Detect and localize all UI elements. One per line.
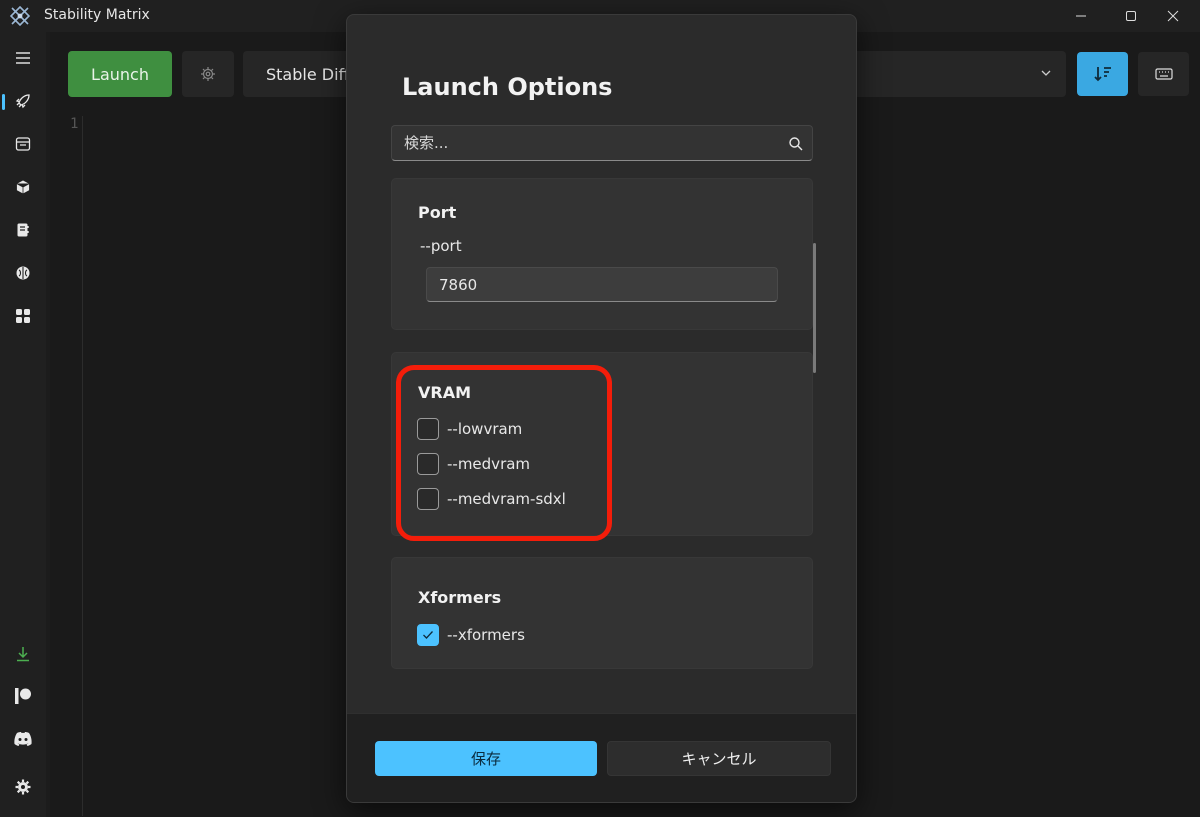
- save-button[interactable]: 保存: [375, 741, 597, 776]
- checkmark-icon: [423, 631, 433, 639]
- package-box-icon: [16, 179, 30, 195]
- editor-line-number: 1: [70, 116, 79, 132]
- grid-icon: [16, 309, 30, 323]
- search-icon: [789, 137, 803, 151]
- minimize-button[interactable]: [1058, 0, 1104, 32]
- xformers-title: Xformers: [418, 588, 502, 607]
- browser-icon: [15, 137, 31, 151]
- sort-button[interactable]: [1077, 52, 1128, 96]
- sidebar-item-browser[interactable]: [0, 125, 46, 163]
- sidebar: [0, 32, 46, 817]
- gear-icon: [15, 779, 31, 795]
- sidebar-item-settings[interactable]: [0, 768, 46, 806]
- port-title: Port: [418, 203, 457, 222]
- dialog-footer: 保存 キャンセル: [347, 713, 856, 802]
- close-icon: [1167, 10, 1179, 22]
- download-icon: [17, 647, 29, 662]
- launch-button[interactable]: Launch: [68, 51, 172, 97]
- keyboard-button[interactable]: [1138, 52, 1189, 96]
- window-title: Stability Matrix: [44, 7, 150, 23]
- sidebar-item-workflows[interactable]: [0, 297, 46, 335]
- chevron-down-icon: [1041, 70, 1051, 76]
- brain-icon: [16, 266, 30, 280]
- dialog-scrollbar[interactable]: [813, 243, 816, 373]
- xformers-option-card: Xformers --xformers: [391, 557, 813, 669]
- checkbox-label: --xformers: [447, 626, 525, 644]
- search-box[interactable]: [391, 125, 813, 161]
- maximize-icon: [1126, 11, 1136, 21]
- dialog-title: Launch Options: [402, 73, 613, 101]
- app-logo-icon: [9, 5, 31, 27]
- close-window-button[interactable]: [1150, 0, 1196, 32]
- patreon-icon: [15, 688, 31, 704]
- sidebar-item-civitai[interactable]: [0, 254, 46, 292]
- editor-gutter: [82, 116, 83, 816]
- sidebar-item-discord[interactable]: [0, 720, 46, 758]
- sidebar-item-checkpoints[interactable]: [0, 211, 46, 249]
- red-highlight-annotation: [396, 365, 612, 541]
- sidebar-item-downloads[interactable]: [0, 635, 46, 673]
- discord-icon: [14, 732, 32, 746]
- checkbox-xformers[interactable]: --xformers: [417, 623, 525, 647]
- port-input[interactable]: [426, 267, 778, 302]
- gear-icon: [201, 67, 215, 81]
- hamburger-icon: [16, 52, 30, 64]
- sort-descending-icon: [1093, 67, 1111, 82]
- sidebar-item-packages[interactable]: [0, 168, 46, 206]
- sidebar-item-launch[interactable]: [0, 82, 46, 120]
- port-option-card: Port --port: [391, 178, 813, 330]
- sidebar-item-patreon[interactable]: [0, 677, 46, 715]
- maximize-button[interactable]: [1108, 0, 1154, 32]
- launch-options-button[interactable]: [182, 51, 234, 97]
- checkbox-checked[interactable]: [417, 624, 439, 646]
- rocket-icon: [15, 94, 30, 109]
- cancel-button[interactable]: キャンセル: [607, 741, 831, 776]
- keyboard-icon: [1154, 68, 1173, 80]
- notebook-icon: [17, 223, 29, 237]
- port-arg-label: --port: [420, 237, 462, 255]
- launch-options-dialog: Launch Options Port --port VRAM --lowvra…: [346, 14, 857, 803]
- minimize-icon: [1076, 15, 1086, 17]
- search-input[interactable]: [392, 126, 782, 160]
- sidebar-menu-toggle[interactable]: [0, 39, 46, 77]
